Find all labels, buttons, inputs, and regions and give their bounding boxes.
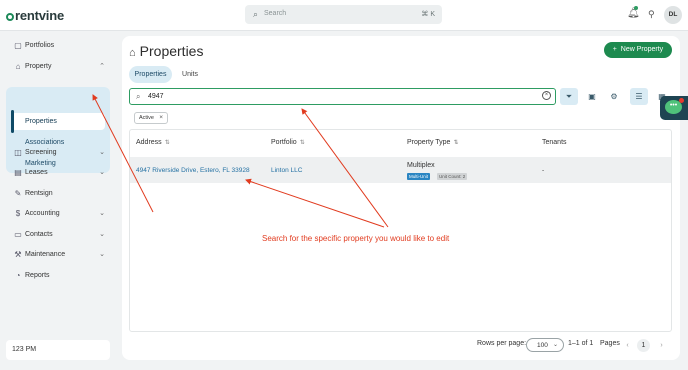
annotation-arrows <box>92 94 389 228</box>
annotation-text: Search for the specific property you wou… <box>262 234 450 243</box>
arrow-to-address <box>245 178 385 228</box>
arrow-to-search-field <box>301 108 389 228</box>
arrow-to-sidebar-properties <box>92 94 154 213</box>
